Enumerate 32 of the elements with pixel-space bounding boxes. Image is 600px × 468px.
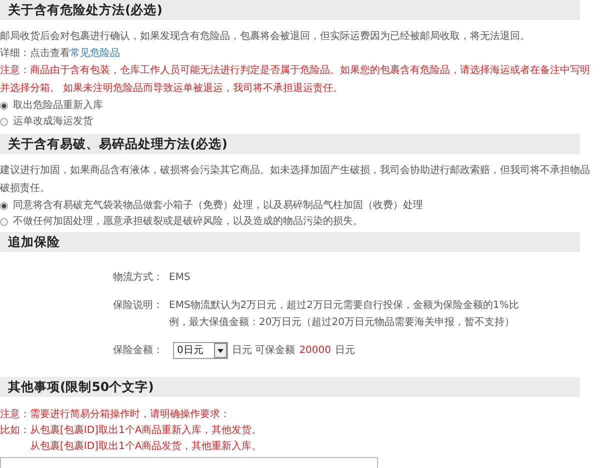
radio-label[interactable]: 不做任何加固处理，愿意承担破裂或是破碎风险，以及造成的物品污染的损失。 bbox=[13, 214, 363, 230]
amount-select[interactable]: 0日元 bbox=[173, 342, 228, 359]
note-text: 需要进行简易分箱操作时，请明确操作要求： bbox=[30, 408, 231, 422]
section-header: 其他事项(限制50个文字) bbox=[0, 377, 580, 397]
warning-text: 注意：商品由于含有包装，仓库工作人员可能无法进行判定是否属于危险品。如果您的包裹含有危险品，请选择海运或者在备注中写明并选择分箱。 如果未注明危险品而导致运单被退运，我司将不承担退运责任。 bbox=[0, 64, 591, 96]
field-label: 保险金额： bbox=[113, 344, 164, 358]
field-label: 保险说明： bbox=[113, 299, 164, 313]
note-prefix: 注意： bbox=[0, 408, 30, 422]
field-label: 物流方式： bbox=[113, 270, 164, 285]
unit-text: 日元 可保金额 bbox=[232, 344, 296, 358]
radio-button[interactable] bbox=[0, 202, 8, 210]
available-amount: 20000 bbox=[299, 344, 331, 358]
note-text: 从包裹[包裹ID]取出1个A商品发货，其他重新入库。 bbox=[30, 440, 262, 454]
radio-button[interactable] bbox=[0, 218, 8, 226]
note-prefix: 比如： bbox=[0, 424, 30, 438]
radio-button[interactable] bbox=[0, 102, 8, 110]
description-text: 邮局收货后会对包裹进行确认，如果发现含有危险品，包裹将会被退回，但实际运费因为已经被邮局收取，将无法退回。 bbox=[0, 30, 531, 44]
caret-icon bbox=[214, 343, 227, 358]
description-text: 建议进行加固，如果商品含有液体，破损将会污染其它商品。如未选择加固产生破损，我司会协助进行邮政索赔，但我司将不承担物品破损责任。 bbox=[0, 164, 591, 196]
radio-button[interactable] bbox=[0, 118, 8, 126]
detail-label: 详细：点击查看 bbox=[0, 48, 70, 59]
section-header: 关于含有易破、易碎品处理方法(必选) bbox=[0, 134, 580, 154]
radio-label[interactable]: 取出危险品重新入库 bbox=[13, 98, 103, 114]
section-header: 关于含有危险处方法(必选) bbox=[0, 0, 580, 20]
field-value: EMS物流默认为2万日元，超过2万日元需要自行投保，金额为保险金额的1%比例，最大保值金额：20万日元（超过20万日元物品需要海关申报，暂不支持） bbox=[169, 298, 519, 330]
unit-text: 日元 bbox=[335, 344, 355, 358]
field-value: EMS bbox=[169, 271, 192, 285]
radio-label[interactable]: 运单改成海运发货 bbox=[13, 114, 93, 130]
note-text: 从包裹[包裹ID]取出1个A商品重新入库，其他发货。 bbox=[30, 424, 262, 438]
hazard-list-link[interactable]: 常见危险品 bbox=[70, 48, 120, 59]
section-header: 追加保险 bbox=[0, 232, 580, 252]
radio-label[interactable]: 同意将含有易破充气袋装物品做套小箱子（免费）处理，以及易碎制品气柱加固（收费）处理 bbox=[13, 198, 423, 214]
